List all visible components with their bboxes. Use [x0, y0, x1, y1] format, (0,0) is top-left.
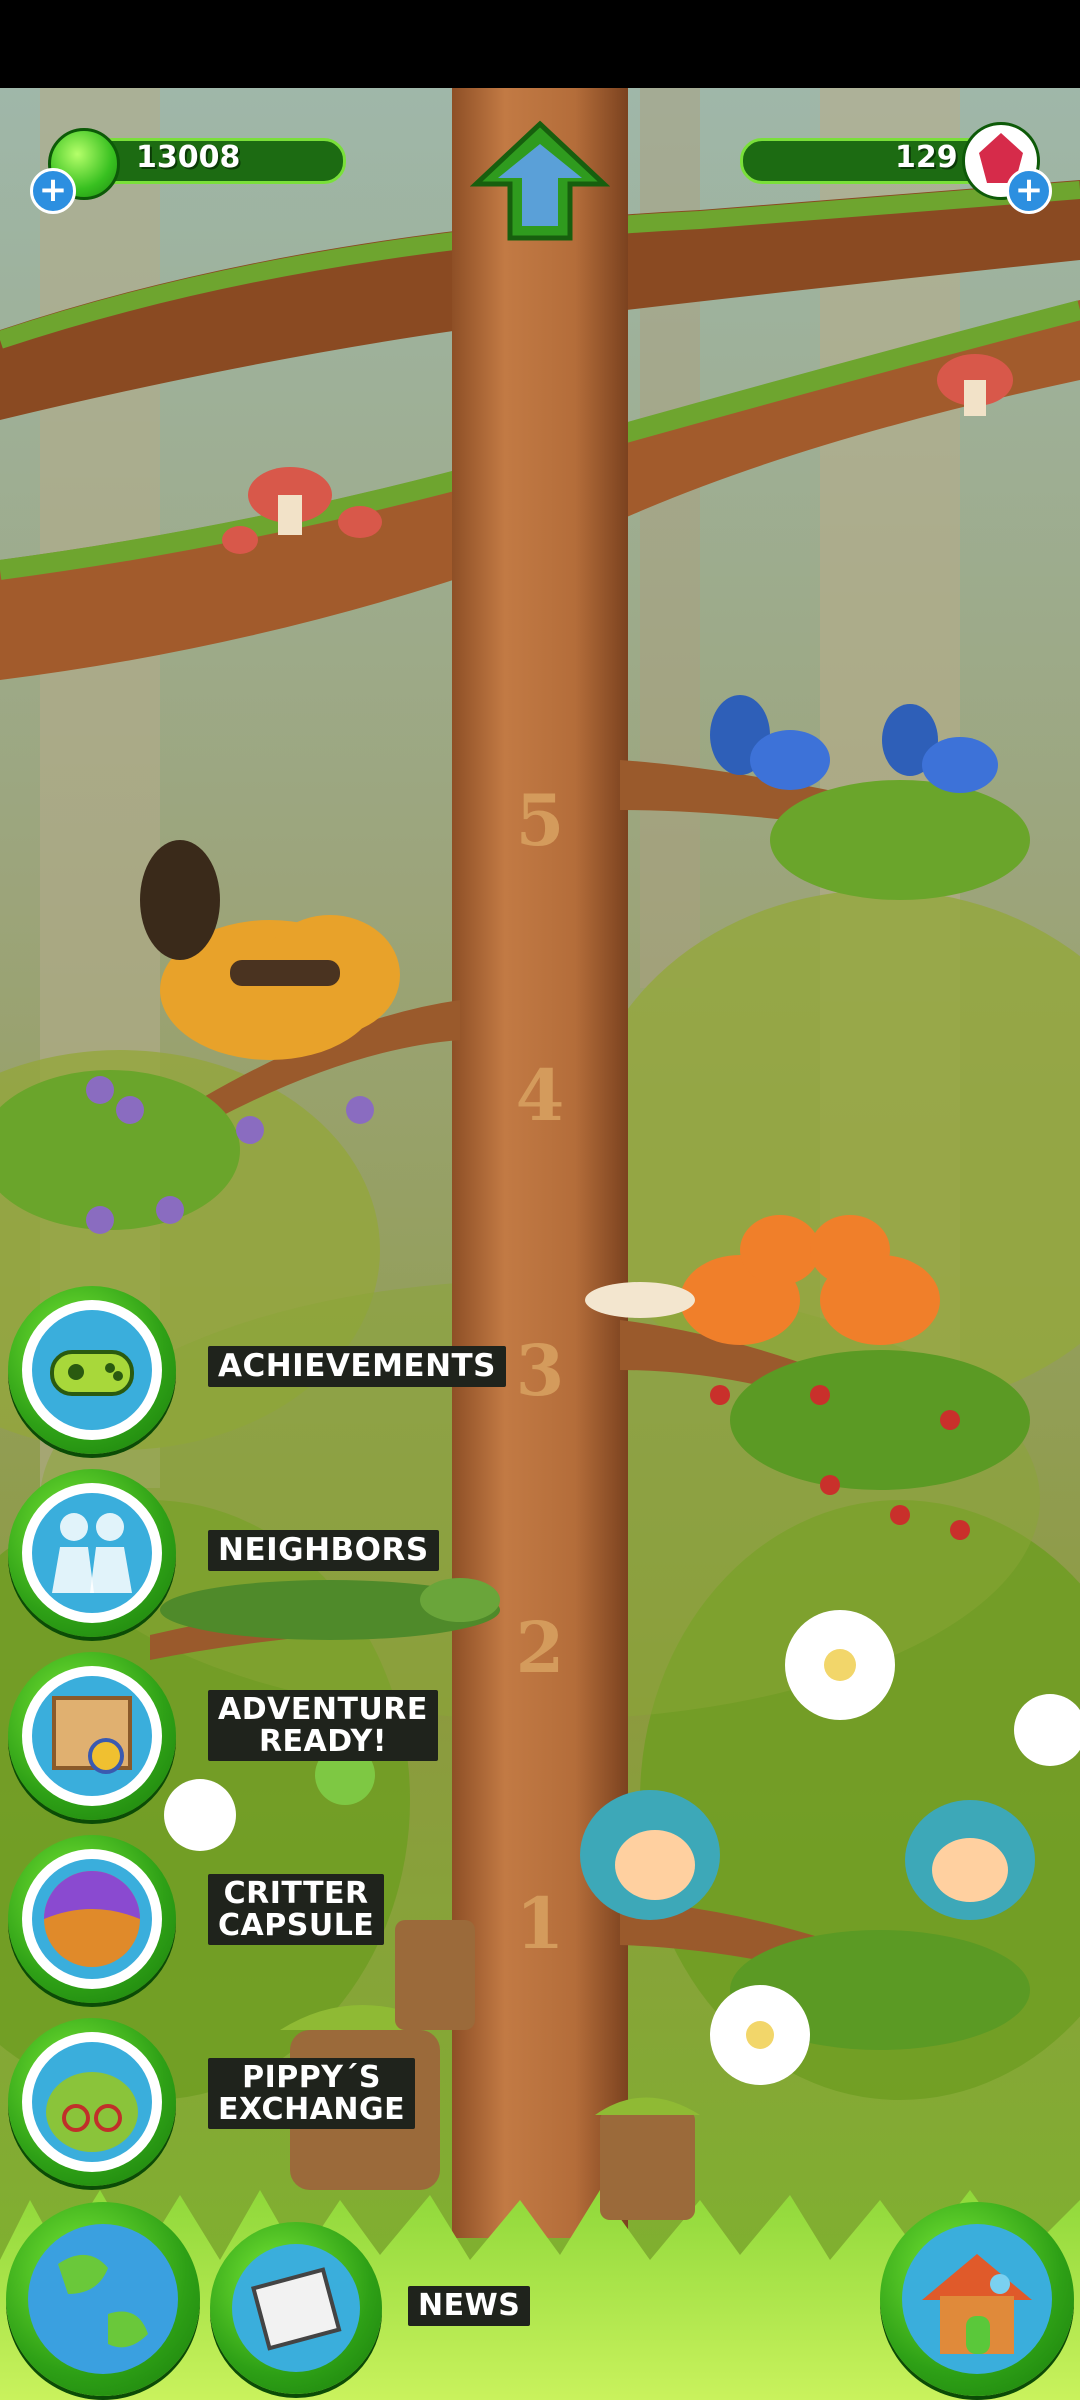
svg-text:5: 5 — [516, 779, 565, 862]
critter-capsule-button[interactable] — [8, 1835, 176, 2003]
add-green-gems-plus-icon[interactable]: + — [30, 168, 76, 214]
up-arrow-icon — [469, 120, 611, 241]
globe-icon — [28, 2224, 178, 2374]
forest-background: 5 4 3 2 1 — [0, 0, 1080, 2400]
map-compass-icon — [32, 1676, 152, 1796]
neighbors-button[interactable] — [8, 1469, 176, 1637]
home-button[interactable] — [880, 2202, 1074, 2396]
house-icon — [902, 2224, 1052, 2374]
pippys-exchange-label-line1: PIPPY´S — [242, 2060, 382, 2095]
green-gem-count: 13008 — [136, 140, 241, 175]
news-label: NEWS — [408, 2286, 531, 2326]
neighbors-icon — [32, 1493, 152, 1613]
pippys-exchange-label-line2: EXCHANGE — [218, 2091, 406, 2127]
svg-text:4: 4 — [516, 1054, 565, 1137]
pippys-exchange-button[interactable] — [8, 2018, 176, 2186]
newspaper-icon — [232, 2244, 360, 2372]
critter-capsule-label-line1: CRITTER — [223, 1876, 369, 1911]
add-red-gems-plus-icon[interactable]: + — [1006, 168, 1052, 214]
svg-text:2: 2 — [516, 1606, 565, 1689]
pippys-exchange-label: PIPPY´S EXCHANGE — [208, 2058, 416, 2129]
capsule-icon — [32, 1859, 152, 1979]
scroll-up-button[interactable] — [469, 118, 611, 246]
adventure-button[interactable] — [8, 1652, 176, 1820]
game-scene: 5 4 3 2 1 + 13008 + 129 ACHIEVEMENTS NEI… — [0, 0, 1080, 2400]
critter-capsule-label: CRITTER CAPSULE — [208, 1874, 385, 1945]
gamepad-icon — [32, 1310, 152, 1430]
neighbors-label: NEIGHBORS — [208, 1530, 439, 1571]
pippy-icon — [32, 2042, 152, 2162]
red-gem-counter[interactable]: + 129 — [730, 122, 1052, 214]
achievements-label: ACHIEVEMENTS — [208, 1346, 507, 1387]
world-map-button[interactable] — [6, 2202, 200, 2396]
svg-text:3: 3 — [516, 1329, 565, 1412]
svg-text:1: 1 — [516, 1882, 565, 1965]
critter-capsule-label-line2: CAPSULE — [218, 1907, 375, 1943]
green-gem-counter[interactable]: + 13008 — [30, 128, 350, 214]
red-gem-count: 129 — [895, 140, 958, 175]
achievements-button[interactable] — [8, 1286, 176, 1454]
adventure-label: ADVENTURE READY! — [208, 1690, 438, 1761]
news-button[interactable] — [210, 2222, 382, 2394]
adventure-label-line2: READY! — [258, 1723, 387, 1759]
adventure-label-line1: ADVENTURE — [218, 1692, 428, 1727]
